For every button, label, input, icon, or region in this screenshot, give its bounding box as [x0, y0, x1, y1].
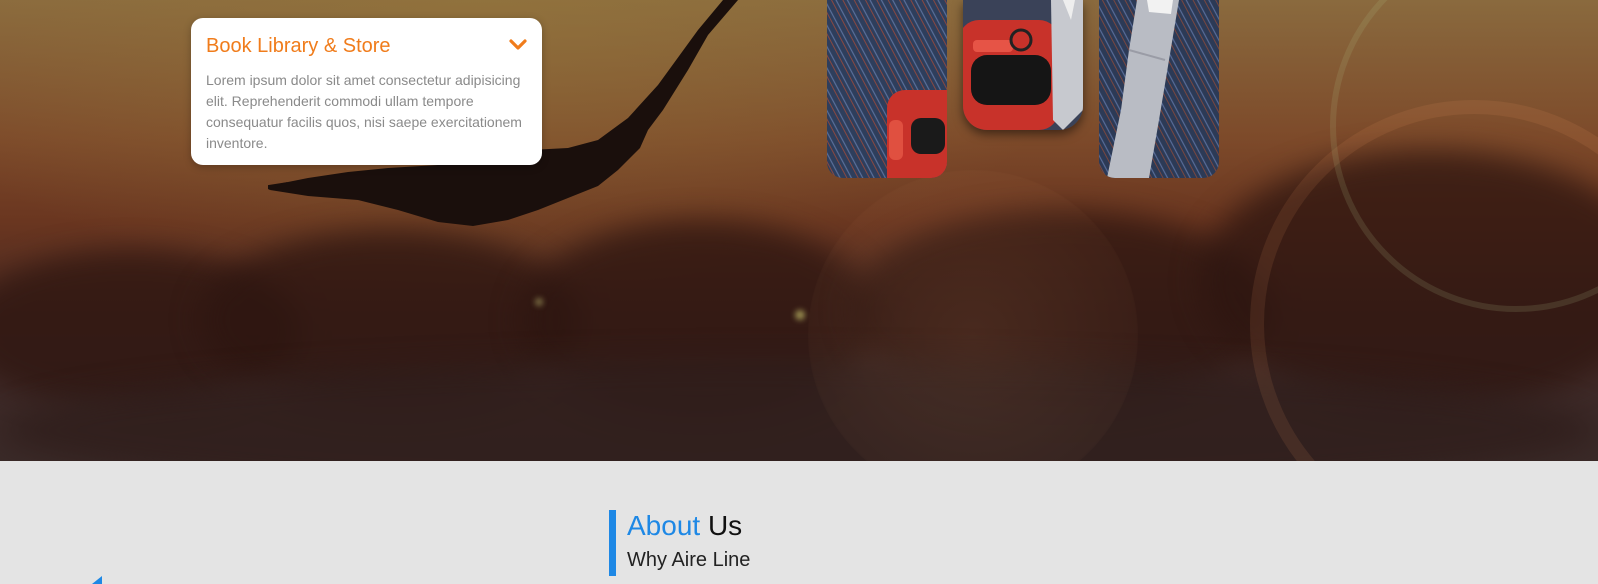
about-title-accent: About — [627, 510, 701, 541]
accordion-title[interactable]: Book Library & Store — [206, 34, 527, 58]
gallery-photo — [963, 0, 1083, 130]
about-title: About Us — [627, 510, 750, 542]
accordion-body-text: Lorem ipsum dolor sit amet consectetur a… — [206, 72, 522, 151]
gallery-photo — [1099, 0, 1219, 178]
about-title-rest: Us — [707, 510, 743, 541]
lens-flare — [795, 310, 805, 320]
about-subtitle: Why Aire Line — [627, 549, 751, 571]
hero-section: Book Library & Store Lorem ipsum dolor s… — [0, 0, 1598, 461]
chevron-down-icon[interactable] — [509, 38, 527, 52]
gallery-photo — [827, 0, 947, 178]
lens-flare — [535, 298, 543, 306]
about-section-heading: About Us Why Aire Line — [609, 510, 750, 576]
decorative-triangle-icon — [92, 576, 102, 584]
accordion-card[interactable]: Book Library & Store Lorem ipsum dolor s… — [191, 18, 542, 165]
